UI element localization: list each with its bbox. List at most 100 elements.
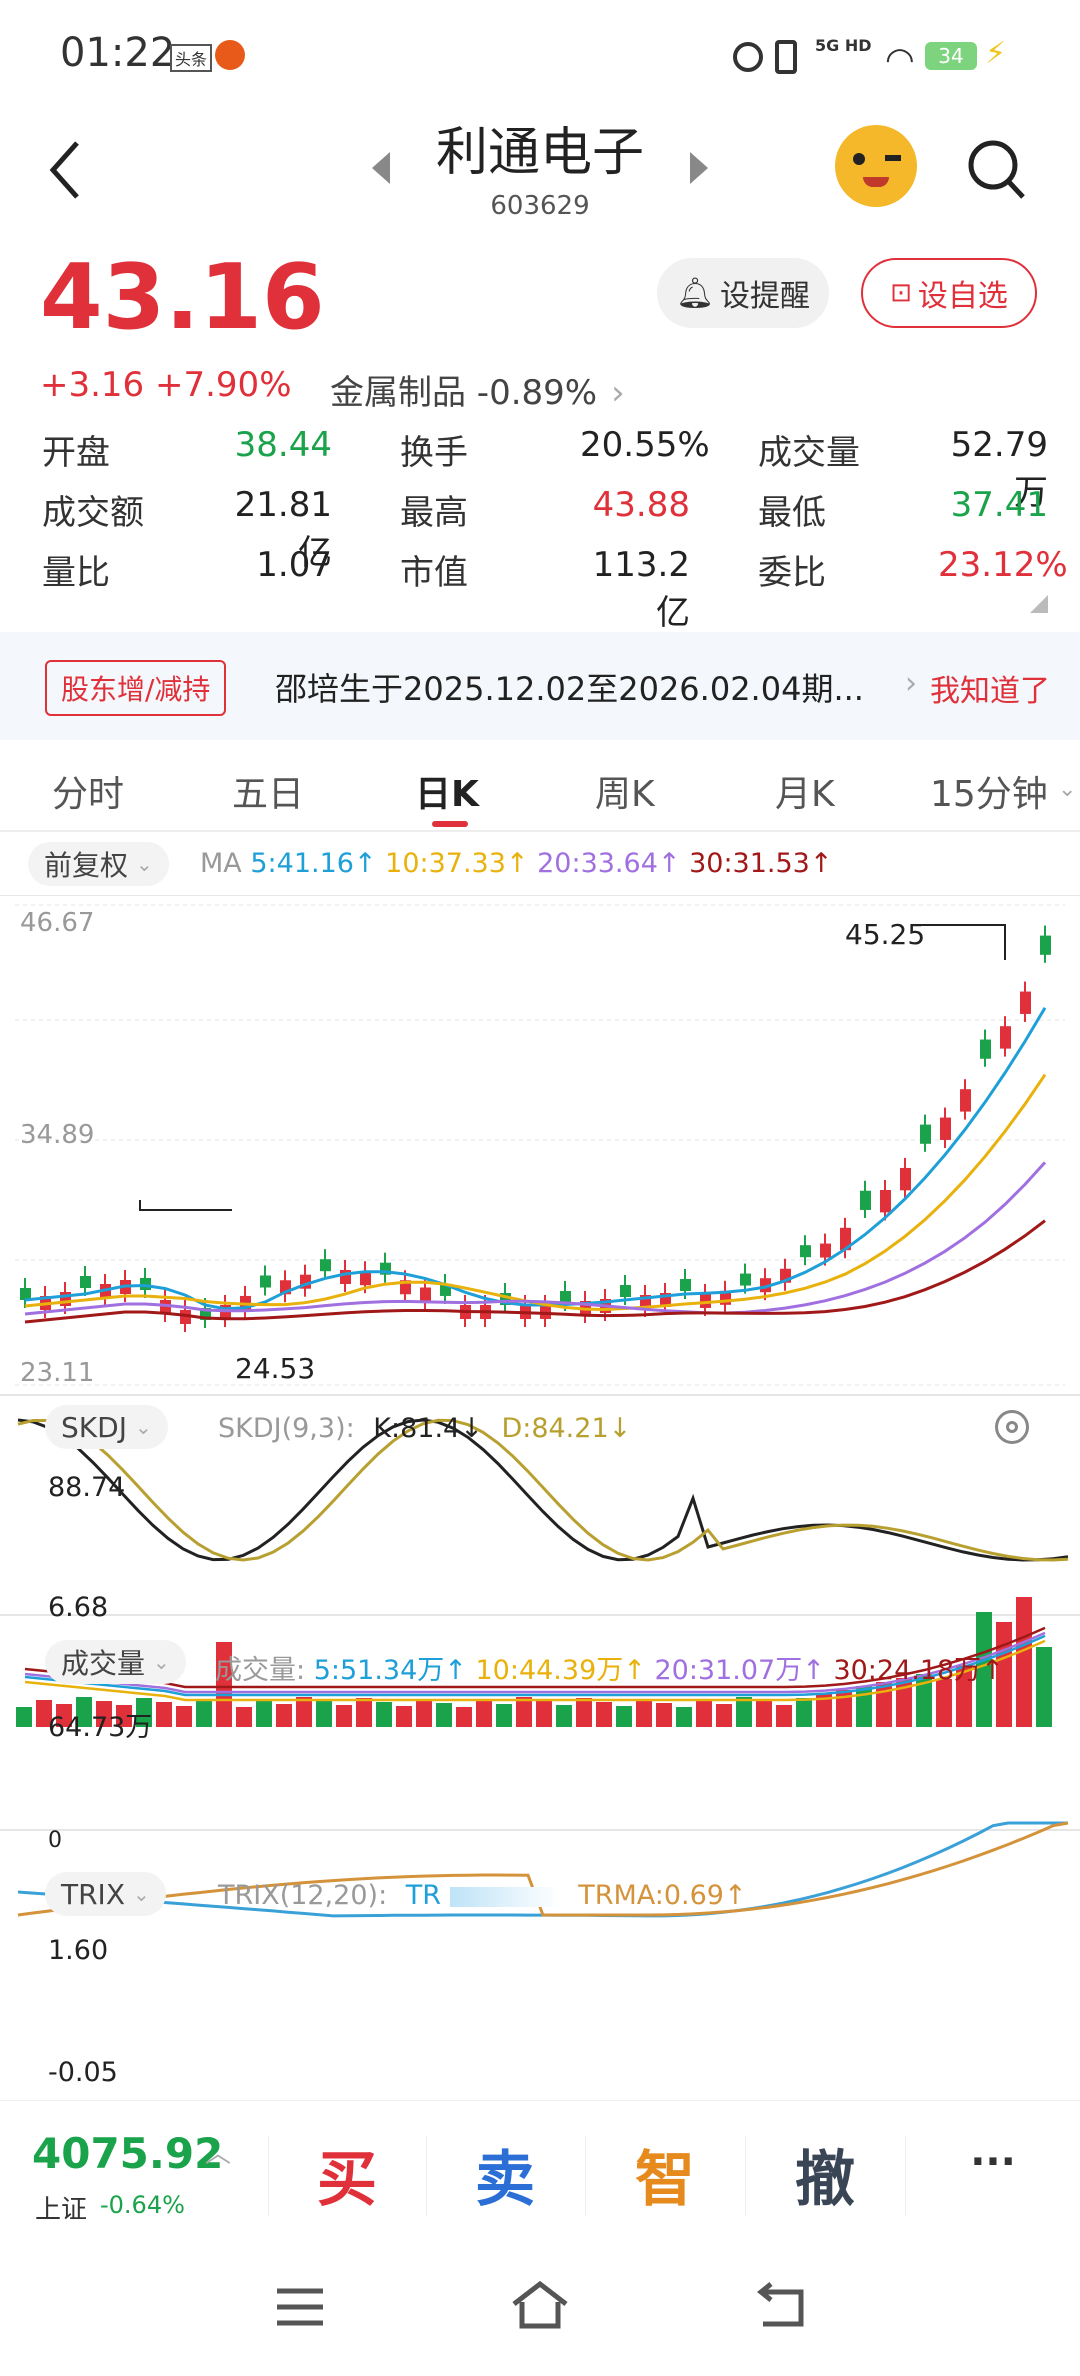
stat-value: 1.07 [256, 545, 332, 585]
back-nav-icon[interactable] [755, 2282, 807, 2330]
mascot-icon[interactable] [835, 125, 917, 207]
kline-candle [680, 1279, 691, 1291]
high-marker-line [920, 924, 1006, 960]
last-price: 43.16 [40, 245, 325, 350]
bell-icon: 🔔︎ [675, 275, 715, 311]
volume-bar [396, 1706, 412, 1727]
expand-corner-icon[interactable] [1030, 595, 1048, 613]
volume-y-bot: 0 [48, 1828, 62, 1853]
volume-bar [16, 1707, 32, 1727]
kline-candle [140, 1278, 151, 1290]
trix-dropdown[interactable]: TRIX ⌄ [45, 1872, 166, 1916]
skdj-y-bot: 6.68 [48, 1592, 109, 1623]
volume-bar [316, 1701, 332, 1727]
volume-bar [756, 1701, 772, 1727]
tab-intraday[interactable]: 分时 [52, 765, 124, 817]
kline-y-mid: 34.89 [20, 1120, 95, 1150]
index-value[interactable]: 4075.92 [32, 2129, 223, 2178]
tab-5day[interactable]: 五日 [232, 765, 304, 817]
volume-bar [556, 1705, 572, 1727]
price-change-pct: +7.90% [155, 365, 292, 405]
tab-monthly-k[interactable]: 月K [775, 765, 835, 817]
index-change: -0.64% [100, 2191, 185, 2219]
stat-label: 最高 [400, 493, 468, 533]
tab-divider [0, 830, 1080, 832]
home-icon[interactable] [510, 2280, 570, 2330]
cancel-order-button[interactable]: 撤 [750, 2131, 900, 2218]
settings-gear-icon[interactable] [995, 1410, 1029, 1444]
charts-canvas[interactable] [0, 895, 1080, 2000]
set-alert-button[interactable]: 🔔︎ 设提醒 [657, 258, 829, 328]
kline-candle [740, 1273, 751, 1286]
separator [585, 2136, 586, 2216]
kline-low-label: 24.53 [235, 1352, 316, 1385]
wifi-icon: ◠ [885, 40, 915, 80]
notice-bar[interactable]: 股东增/减持 邵培生于2025.12.02至2026.02.04期... › 我… [0, 632, 1080, 740]
ma5-line [24, 1007, 1047, 1311]
tab-more-chevron-icon[interactable]: ⌄ [1058, 777, 1076, 802]
tab-weekly-k[interactable]: 周K [595, 765, 655, 817]
search-icon[interactable] [965, 135, 1029, 205]
kline-candle [980, 1039, 991, 1059]
index-name: 上证 [35, 2195, 88, 2225]
stock-name: 利通电子 [435, 123, 644, 183]
notification-icon [215, 40, 245, 70]
buy-button[interactable]: 买 [272, 2131, 422, 2218]
volume-bar [296, 1697, 312, 1727]
volume-bar [196, 1699, 212, 1727]
back-icon[interactable] [45, 135, 85, 205]
watchlist-icon: ⊡ [890, 278, 912, 308]
kline-y-top: 46.67 [20, 908, 95, 938]
separator [905, 2136, 906, 2216]
volume-bar [336, 1705, 352, 1727]
sector-link[interactable]: 金属制品 -0.89% › [330, 365, 625, 414]
trix-y-bot: -0.05 [48, 2057, 118, 2088]
dismiss-notice-button[interactable]: 我知道了 [930, 666, 1050, 710]
notice-tag: 股东增/减持 [45, 660, 227, 716]
volume-bar [356, 1698, 372, 1727]
tab-daily-k[interactable]: 日K [415, 765, 479, 817]
next-stock-icon[interactable] [688, 148, 712, 188]
skdj-dropdown[interactable]: SKDJ ⌄ [45, 1405, 168, 1449]
vol30-value: 30:24.18万↑ [833, 1655, 1004, 1686]
volume-dropdown[interactable]: 成交量 ⌄ [45, 1640, 186, 1684]
stat-label: 成交量 [758, 433, 860, 473]
chevron-right-icon: › [611, 373, 625, 413]
tab-15min[interactable]: 15分钟 [930, 765, 1048, 817]
trma-value: TRMA:0.69↑ [578, 1880, 747, 1911]
skdj-d: D:84.21↓ [501, 1413, 632, 1444]
volume-bar [696, 1700, 712, 1727]
ma-label: MA [200, 848, 242, 879]
stat-label: 换手 [400, 433, 468, 473]
volume-bar [796, 1698, 812, 1727]
smart-button[interactable]: 智 [590, 2131, 740, 2218]
add-watchlist-button[interactable]: ⊡ 设自选 [861, 258, 1037, 328]
ma10-value: 10:37.33↑ [385, 848, 529, 879]
more-menu-button[interactable]: ··· [918, 2139, 1068, 2185]
prev-stock-icon[interactable] [368, 148, 392, 188]
sector-text: 金属制品 -0.89% [330, 373, 598, 413]
volume-bar [156, 1702, 172, 1727]
volume-bar [776, 1705, 792, 1727]
volume-name: 成交量 [61, 1647, 146, 1680]
kline-candle [320, 1259, 331, 1272]
volume-bar [516, 1697, 532, 1727]
dropdown-chevron-icon: ⌄ [133, 1882, 150, 1906]
volume-bar [636, 1699, 652, 1727]
low-marker-line [139, 1200, 232, 1211]
index-expand-icon[interactable]: ︿ [205, 2133, 231, 2170]
trix-legend: TRIX(12,20): TR TRMA:0.69↑ [218, 1880, 747, 1911]
charging-icon: ⚡ [985, 36, 1007, 71]
menu-icon[interactable] [275, 2285, 325, 2329]
volume-bar [256, 1700, 272, 1727]
volume-bar [736, 1697, 752, 1727]
stock-header: 利通电子 603629 [0, 110, 1080, 250]
notice-text: 邵培生于2025.12.02至2026.02.04期... [275, 670, 864, 708]
stat-label: 成交额 [42, 493, 144, 533]
status-time: 01:22 [60, 30, 176, 76]
volume-bar [236, 1707, 252, 1727]
sell-button[interactable]: 卖 [430, 2131, 580, 2218]
dropdown-chevron-icon: ⌄ [136, 852, 153, 876]
adjust-dropdown[interactable]: 前复权 ⌄ [28, 842, 169, 886]
volume-bar [856, 1686, 872, 1727]
